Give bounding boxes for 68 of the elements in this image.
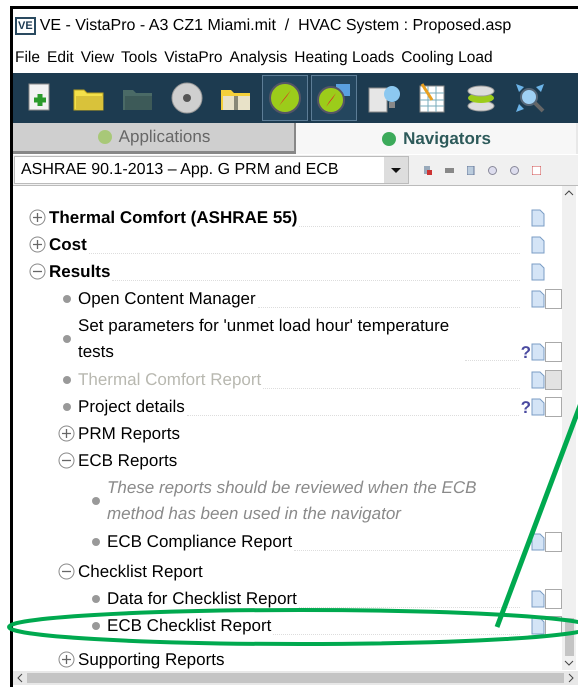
document-icon[interactable]: [531, 343, 545, 361]
note-text: These reports should be reviewed when the ECB method has been used in the navigator: [107, 477, 478, 525]
document-icon[interactable]: [531, 398, 545, 416]
expand-icon[interactable]: [58, 425, 75, 442]
horizontal-scrollbar-thumb[interactable]: [27, 673, 564, 683]
tree-item[interactable]: ECB Compliance Report: [107, 529, 292, 555]
checkbox[interactable]: [545, 342, 562, 362]
collapse-icon[interactable]: [58, 452, 75, 469]
bullet-icon: [92, 497, 100, 505]
tree-group[interactable]: Cost: [49, 232, 87, 258]
document-icon[interactable]: [531, 209, 545, 227]
document-icon[interactable]: [531, 236, 545, 254]
bullet-icon: [63, 376, 71, 384]
tree-group[interactable]: Thermal Comfort (ASHRAE 55): [49, 205, 298, 231]
tree-item[interactable]: Project details: [78, 394, 185, 420]
bullet-icon: [63, 335, 71, 343]
document-icon[interactable]: [531, 533, 545, 551]
menu-item[interactable]: Analysis: [230, 46, 288, 70]
add-report-icon[interactable]: [423, 166, 432, 174]
bullet-icon: [92, 594, 100, 602]
tab[interactable]: Navigators: [296, 123, 576, 154]
bullet-icon: [92, 622, 100, 630]
tree-group[interactable]: PRM Reports: [78, 421, 180, 447]
expand-icon[interactable]: [29, 209, 46, 226]
tree-item[interactable]: ECB Checklist Report: [107, 613, 272, 639]
collapse-icon[interactable]: [58, 563, 75, 580]
menu-item[interactable]: VistaPro: [164, 46, 223, 70]
tab[interactable]: Applications: [13, 123, 296, 154]
help-link[interactable]: ?: [520, 398, 531, 416]
checkbox[interactable]: [545, 397, 562, 417]
document-icon[interactable]: [531, 263, 545, 281]
tree-group[interactable]: Supporting Reports: [78, 647, 224, 671]
menu-item[interactable]: Edit: [46, 46, 74, 70]
document-icon[interactable]: [531, 617, 545, 635]
document-icon[interactable]: [531, 590, 545, 608]
menu-item[interactable]: Cooling Load: [401, 46, 493, 70]
window-title: VE - VistaPro - A3 CZ1 Miami.mit / HVAC System : Proposed.asp: [40, 16, 512, 36]
checkbox[interactable]: [545, 289, 562, 309]
document-icon[interactable]: [467, 166, 475, 174]
print-icon[interactable]: [445, 166, 454, 174]
globe-icon: [96, 129, 113, 145]
collapse-all-icon[interactable]: [510, 166, 519, 174]
tree-item[interactable]: Set parameters for 'unmet load hour' temperature tests: [78, 313, 463, 365]
tree-group[interactable]: Results: [49, 259, 110, 285]
app-logo: VE: [15, 16, 36, 34]
help-link[interactable]: ?: [520, 344, 531, 360]
bullet-icon: [63, 402, 71, 410]
globe-icon: [381, 130, 398, 146]
document-icon[interactable]: [531, 371, 545, 389]
menu-item[interactable]: File: [15, 46, 40, 70]
tree-item[interactable]: Open Content Manager: [78, 286, 256, 312]
checkbox[interactable]: [545, 589, 562, 609]
expand-icon[interactable]: [58, 651, 75, 668]
collapse-icon[interactable]: [29, 263, 46, 280]
document-icon[interactable]: [531, 290, 545, 308]
expand-all-icon[interactable]: [488, 166, 497, 174]
calendar-icon[interactable]: [532, 166, 541, 174]
menu-item[interactable]: Tools: [121, 46, 158, 70]
tree-group[interactable]: ECB Reports: [78, 448, 178, 474]
tree-group[interactable]: Checklist Report: [78, 559, 203, 585]
menu-item[interactable]: View: [80, 46, 114, 70]
bullet-icon: [92, 538, 100, 546]
expand-icon[interactable]: [29, 236, 46, 253]
tree-item[interactable]: Data for Checklist Report: [107, 586, 297, 612]
checkbox[interactable]: [545, 532, 562, 552]
navigator-dropdown[interactable]: ASHRAE 90.1-2013 – App. G PRM and ECB: [14, 156, 409, 184]
bullet-icon: [63, 294, 71, 302]
menu-item[interactable]: Heating Loads: [294, 46, 394, 70]
